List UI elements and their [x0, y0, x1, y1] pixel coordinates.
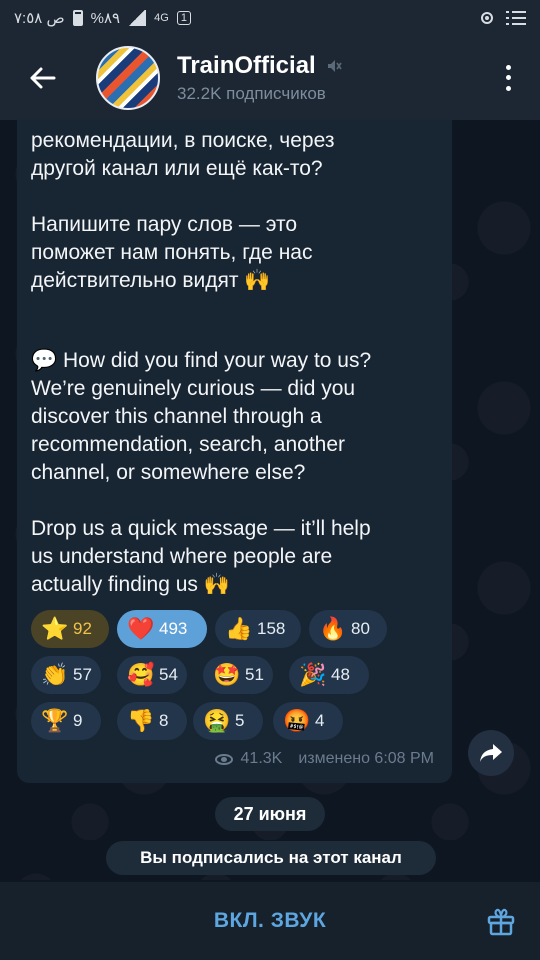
- reaction-thumbs-up[interactable]: 👍 158: [215, 610, 301, 648]
- reaction-heart[interactable]: ❤️ 493: [117, 610, 207, 648]
- thumbs-down-icon: 👎: [127, 708, 155, 733]
- star-struck-icon: 🤩: [213, 662, 241, 687]
- reaction-vomiting[interactable]: 🤮 5: [193, 702, 263, 740]
- raising-hands-emoji: 🙌: [203, 573, 230, 596]
- reaction-count: 57: [73, 665, 92, 684]
- reaction-party[interactable]: 🎉 48: [289, 656, 369, 694]
- channel-title: TrainOfficial: [177, 52, 316, 79]
- reaction-clap[interactable]: 👏 57: [31, 656, 101, 694]
- message-meta: 41.3K изменено 6:08 PM: [214, 750, 434, 768]
- eye-icon: [214, 753, 233, 765]
- chat-header: TrainOfficial 32.2K подписчиков: [0, 36, 540, 120]
- chat-area[interactable]: вы нашли этот канал: по рекомендации, в …: [0, 120, 540, 880]
- back-button[interactable]: [0, 36, 84, 120]
- subscriber-count: 32.2K подписчиков: [177, 84, 326, 103]
- battery-icon: [72, 10, 83, 26]
- message-en-paragraph-1: 💬 How did you find your way to us? We’re…: [31, 347, 441, 487]
- party-popper-icon: 🎉: [299, 662, 327, 687]
- raising-hands-emoji: 🙌: [244, 269, 271, 292]
- fire-icon: 🔥: [319, 616, 347, 641]
- menu-button[interactable]: [498, 62, 518, 94]
- back-arrow-icon: [30, 67, 56, 89]
- en-paragraph-2-text: Drop us a quick message — it’ll help us …: [31, 517, 371, 596]
- en-paragraph-1-text: How did you find your way to us? We’re g…: [31, 349, 372, 484]
- thumbs-up-icon: 👍: [225, 616, 253, 641]
- heart-icon: ❤️: [127, 616, 155, 641]
- status-time: ص ٧:٥٨: [14, 10, 65, 27]
- reaction-count: 493: [159, 619, 188, 638]
- reaction-count: 158: [257, 619, 286, 638]
- speech-bubble-emoji: 💬: [31, 349, 58, 372]
- reaction-cursing[interactable]: 🤬 4: [273, 702, 343, 740]
- edited-timestamp: изменено 6:08 PM: [298, 750, 434, 767]
- settings-gear-icon: [481, 12, 493, 24]
- reaction-smiling-hearts[interactable]: 🥰 54: [117, 656, 187, 694]
- reaction-count: 51: [245, 665, 264, 684]
- reaction-fire[interactable]: 🔥 80: [309, 610, 387, 648]
- muted-speaker-icon: [327, 60, 342, 72]
- signal-icon: [128, 10, 147, 26]
- vomiting-face-icon: 🤮: [203, 708, 231, 733]
- reaction-count: 9: [73, 711, 83, 730]
- vertical-dots-icon: [505, 64, 511, 70]
- service-message: Вы подписались на этот канал: [106, 841, 436, 875]
- reaction-count: 4: [315, 711, 325, 730]
- status-right: [478, 9, 526, 27]
- unmute-button[interactable]: ВКЛ. ЗВУК: [214, 909, 326, 933]
- bottom-bar: ВКЛ. ЗВУК: [0, 882, 540, 960]
- reaction-count: 92: [73, 619, 92, 638]
- star-icon: ⭐: [41, 616, 69, 641]
- battery-level: %٨٩: [90, 10, 121, 27]
- status-bar: ص ٧:٥٨ %٨٩ 4G 1: [0, 0, 540, 36]
- trophy-icon: 🏆: [41, 708, 69, 733]
- share-button[interactable]: [468, 730, 514, 776]
- message-en-paragraph-2: Drop us a quick message — it’ll help us …: [31, 515, 441, 599]
- message-ru-line: рекомендации, в поиске, через другой кан…: [31, 129, 335, 180]
- message-ru-paragraph: Напишите пару слов — это поможет нам пон…: [31, 211, 441, 295]
- clapping-hands-icon: 👏: [41, 662, 69, 687]
- cursing-face-icon: 🤬: [283, 708, 311, 733]
- network-type: 4G: [154, 12, 169, 24]
- channel-avatar[interactable]: [96, 46, 160, 110]
- date-separator: 27 июня: [215, 797, 325, 831]
- reaction-thumbs-down[interactable]: 👎 8: [117, 702, 187, 740]
- list-icon: [506, 11, 526, 25]
- reaction-count: 48: [331, 665, 350, 684]
- reaction-star[interactable]: ⭐ 92: [31, 610, 109, 648]
- reaction-star-struck[interactable]: 🤩 51: [203, 656, 273, 694]
- reaction-count: 54: [159, 665, 178, 684]
- status-left: ص ٧:٥٨ %٨٩ 4G 1: [14, 9, 191, 27]
- reaction-count: 8: [159, 711, 169, 730]
- smiling-hearts-icon: 🥰: [127, 662, 155, 687]
- reaction-count: 80: [351, 619, 370, 638]
- gift-icon[interactable]: [486, 906, 516, 936]
- channel-info[interactable]: TrainOfficial 32.2K подписчиков: [177, 52, 342, 104]
- view-count: 41.3K: [240, 750, 283, 767]
- sim-badge: 1: [176, 11, 191, 25]
- dot: [505, 75, 511, 81]
- dot: [505, 86, 511, 92]
- message-bubble[interactable]: вы нашли этот канал: по рекомендации, в …: [17, 120, 452, 783]
- reaction-trophy[interactable]: 🏆 9: [31, 702, 101, 740]
- reaction-count: 5: [235, 711, 245, 730]
- share-arrow-icon: [480, 744, 502, 762]
